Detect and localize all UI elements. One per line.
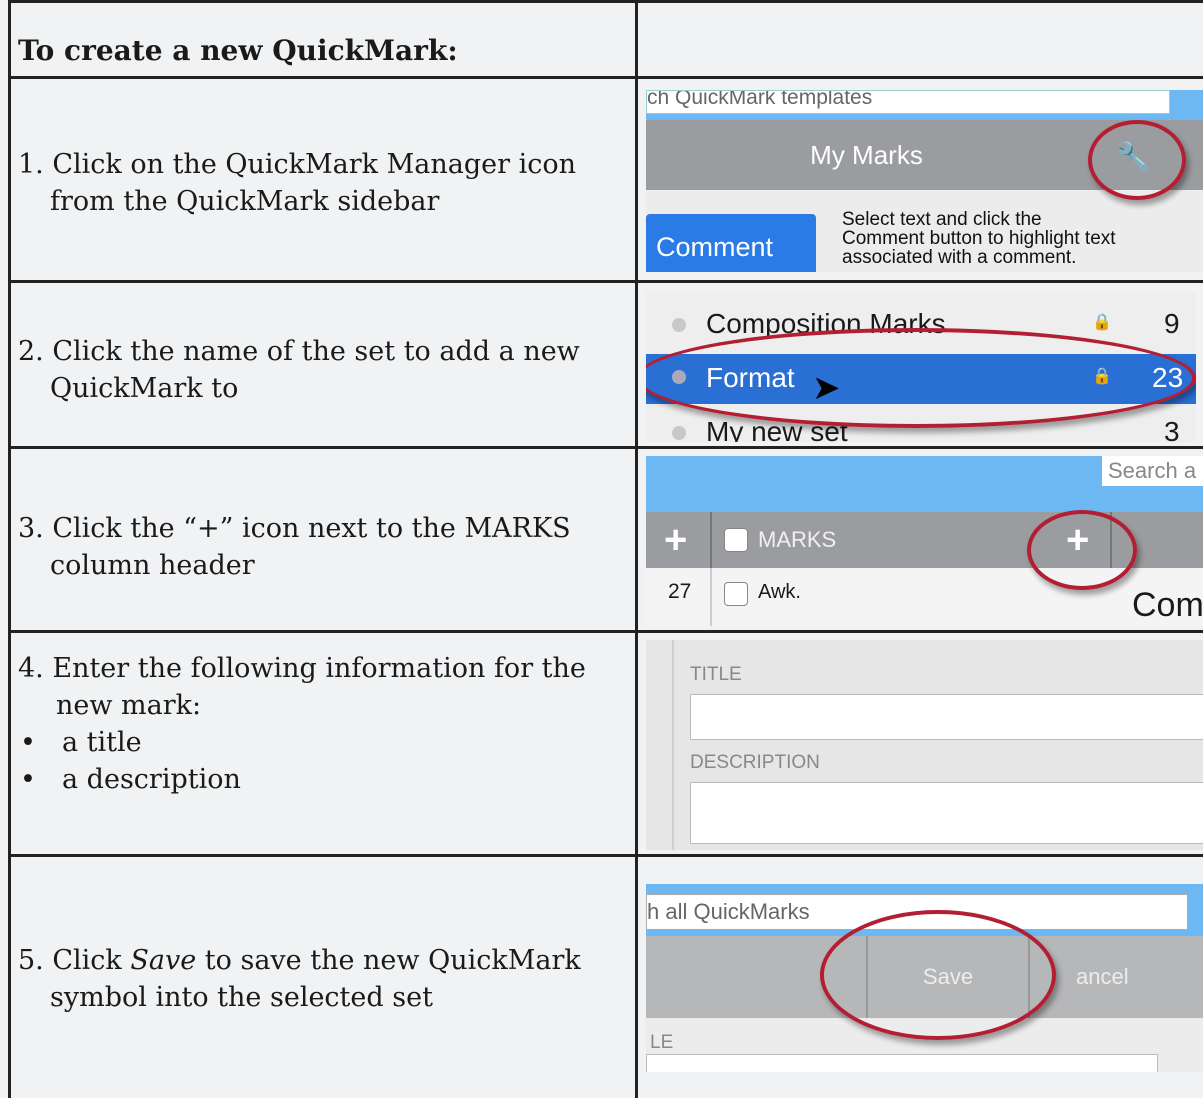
instruction-table: To create a new QuickMark: 1. Click on t… (0, 0, 1203, 1098)
step-number: 4. (18, 653, 44, 684)
highlight-oval (646, 328, 1196, 428)
search-input[interactable]: ch QuickMark templates (646, 90, 1170, 114)
step-number: 5. (18, 945, 44, 976)
set-dot-icon (672, 318, 686, 332)
bullet-text: a description (62, 764, 241, 795)
highlight-oval (1088, 120, 1186, 200)
step-5-text-pre: Click (52, 945, 131, 976)
select-all-checkbox[interactable] (724, 528, 748, 552)
step-5-text: 5. Click Save to save the new QuickMark … (18, 942, 618, 1016)
step-number: 3. (18, 513, 44, 544)
step-3-line-1: Click the “+” icon next to the MARKS (52, 513, 571, 544)
table-border-top (8, 0, 1203, 3)
search-placeholder: ch QuickMark templates (647, 90, 873, 109)
description-input[interactable] (690, 782, 1203, 844)
column-divider (710, 512, 712, 568)
page-title: To create a new QuickMark: (18, 34, 458, 67)
screenshot-quickmark-sets: Composition Marks 🔒 9 Format 🔒 23 ➤ My n… (646, 292, 1196, 442)
form-divider (672, 640, 674, 850)
screenshot-save-dialog: h all QuickMarks Save ancel LE (646, 884, 1203, 1072)
step-3-text: 3. Click the “+” icon next to the MARKS … (18, 510, 618, 584)
my-marks-title: My Marks (810, 140, 923, 170)
title-label: TITLE (690, 664, 742, 685)
table-border-left (8, 0, 11, 1098)
add-set-icon[interactable]: + (664, 516, 687, 564)
description-label: DESCRIPTION (690, 752, 820, 773)
step-5-text-post: to save the new QuickMark (196, 945, 581, 976)
step-4-line-1: Enter the following information for the (52, 653, 586, 684)
row-count: 27 (668, 580, 692, 603)
screenshot-marks-column: Search a + MARKS + 27 Awk. Com (646, 456, 1203, 626)
screenshot-mark-form: TITLE DESCRIPTION (646, 640, 1203, 850)
bullet-item: • a title (18, 724, 618, 761)
set-count: 3 (1164, 416, 1180, 442)
set-dot-icon (672, 426, 686, 440)
step-4-line-2: new mark: (56, 690, 202, 721)
hint-line: associated with a comment. (842, 247, 1077, 268)
hint-line: Select text and click the (842, 209, 1042, 230)
bullet-item: • a description (18, 761, 618, 798)
table-row-divider (8, 630, 1203, 633)
table-column-divider (635, 0, 638, 1098)
bullet-icon: • (20, 764, 36, 795)
step-1-line-1: Click on the QuickMark Manager icon (52, 149, 576, 180)
step-4-text: 4. Enter the following information for t… (18, 650, 618, 798)
set-count: 9 (1164, 308, 1180, 339)
row-label: Awk. (758, 581, 801, 603)
bullet-icon: • (20, 727, 36, 758)
step-5-save-emphasis: Save (130, 945, 197, 976)
side-panel-label: Com (1132, 586, 1203, 624)
step-3-line-2: column header (50, 550, 255, 581)
marks-column-header: MARKS (758, 527, 837, 552)
highlight-oval (1027, 510, 1137, 590)
table-row-divider (8, 854, 1203, 857)
row-checkbox[interactable] (724, 582, 748, 606)
screenshot-quickmark-sidebar: ch QuickMark templates My Marks 🔧 Commen… (646, 90, 1203, 272)
step-1-text: 1. Click on the QuickMark Manager icon f… (18, 146, 618, 220)
bullet-text: a title (62, 727, 142, 758)
hint-line: Comment button to highlight text (842, 228, 1116, 249)
field-label: LE (650, 1032, 674, 1053)
table-row-divider (8, 76, 1203, 79)
table-row-divider (8, 446, 1203, 449)
step-number: 1. (18, 149, 44, 180)
title-input[interactable] (646, 1054, 1158, 1072)
sidebar-comment-area: Comment Select text and click the Commen… (646, 190, 1203, 272)
search-input[interactable]: Search a (1102, 456, 1203, 486)
column-divider (710, 568, 712, 626)
step-5-line-2: symbol into the selected set (50, 982, 433, 1013)
step-number: 2. (18, 336, 44, 367)
lock-icon: 🔒 (1092, 314, 1112, 331)
comment-hint: Select text and click the Comment button… (842, 210, 1116, 267)
cancel-button[interactable]: ancel (1076, 936, 1129, 1018)
table-row-divider (8, 280, 1203, 283)
step-1-line-2: from the QuickMark sidebar (50, 186, 440, 217)
step-2-line-2: QuickMark to (50, 373, 239, 404)
step-2-text: 2. Click the name of the set to add a ne… (18, 333, 618, 407)
comment-button[interactable]: Comment (646, 214, 816, 272)
step-2-line-1: Click the name of the set to add a new (52, 336, 580, 367)
highlight-oval (820, 910, 1056, 1040)
title-input[interactable] (690, 694, 1203, 740)
